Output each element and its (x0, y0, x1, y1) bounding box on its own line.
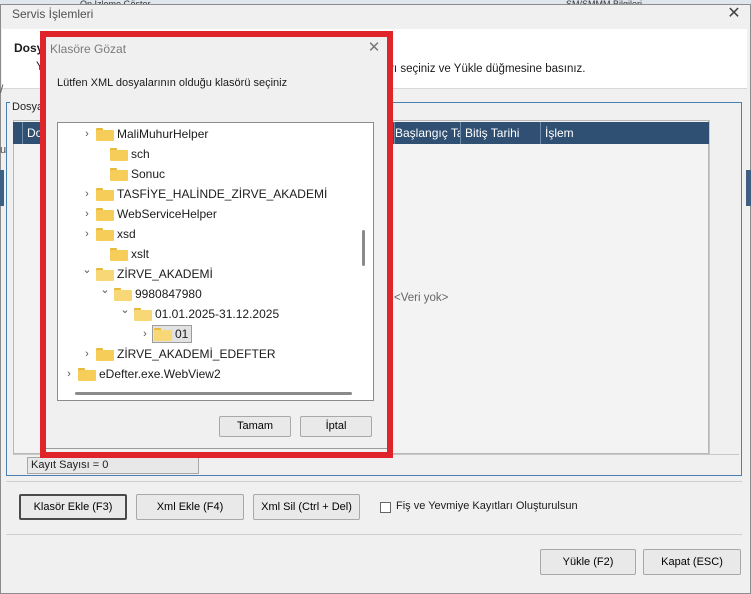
info-prefix: Y (36, 61, 44, 73)
grid-column-operation[interactable]: İşlem (540, 122, 709, 144)
folder-icon (110, 148, 128, 161)
tree-item-label: 9980847980 (135, 287, 202, 301)
info-title: Dosy (14, 41, 44, 55)
tree-item-label: xslt (131, 247, 149, 261)
browse-close-icon[interactable]: ✕ (364, 38, 384, 58)
tree-item[interactable]: sch (58, 144, 373, 164)
grid-column-end-date[interactable]: Bitiş Tarihi (460, 122, 540, 144)
service-dialog-title: Servis İşlemleri (12, 7, 94, 21)
cancel-button[interactable]: İptal (300, 416, 372, 437)
left-fragment: / (0, 82, 4, 96)
folder-icon (154, 328, 172, 341)
tree-item[interactable]: › TASFİYE_HALİNDE_ZİRVE_AKADEMİ (58, 184, 373, 204)
folder-icon (134, 308, 152, 321)
close-icon[interactable]: ✕ (724, 4, 744, 24)
chevron-down-icon[interactable]: ⌄ (99, 280, 111, 300)
grid-empty-text: <Veri yok> (394, 292, 449, 304)
delete-xml-button[interactable]: Xml Sil (Ctrl + Del) (253, 494, 360, 520)
folder-icon (96, 208, 114, 221)
folder-icon (96, 188, 114, 201)
close-button[interactable]: Kapat (ESC) (643, 549, 741, 575)
folder-icon (96, 128, 114, 141)
tree-item-label: Sonuc (131, 167, 166, 181)
create-entries-label[interactable]: Fiş ve Yevmiye Kayıtları Oluşturulsun (396, 500, 578, 512)
info-instruction: yaları seçiniz ve Yükle düğmesine basını… (369, 63, 586, 75)
tree-item[interactable]: › WebServiceHelper (58, 204, 373, 224)
add-folder-button[interactable]: Klasör Ekle (F3) (19, 494, 127, 520)
status-divider (13, 454, 739, 455)
tree-item-label: MaliMuhurHelper (117, 127, 209, 141)
chevron-right-icon[interactable]: › (81, 124, 93, 144)
tree-item-label: sch (131, 147, 150, 161)
tree-item[interactable]: ⌄ 9980847980 (58, 284, 373, 304)
tree-item-label: WebServiceHelper (117, 207, 217, 221)
chevron-right-icon[interactable]: › (81, 204, 93, 224)
tree-item[interactable]: › eDefter.exe.WebView2 (58, 364, 373, 384)
ok-button[interactable]: Tamam (219, 416, 291, 437)
grid-right-pane (709, 120, 739, 454)
folder-icon (110, 168, 128, 181)
upload-button[interactable]: Yükle (F2) (540, 549, 636, 575)
chevron-right-icon[interactable]: › (63, 364, 75, 384)
tree-item[interactable]: › 01 (58, 324, 373, 344)
tree-horizontal-scrollbar[interactable] (75, 392, 352, 395)
folder-icon (78, 368, 96, 381)
add-xml-button[interactable]: Xml Ekle (F4) (136, 494, 244, 520)
browse-message: Lütfen XML dosyalarının olduğu klasörü s… (57, 77, 288, 89)
tree-item-label: TASFİYE_HALİNDE_ZİRVE_AKADEMİ (117, 187, 328, 201)
tree-item[interactable]: xslt (58, 244, 373, 264)
tree-item-label: ZİRVE_AKADEMİ (117, 267, 213, 281)
chevron-right-icon[interactable]: › (139, 324, 151, 344)
folder-icon (110, 248, 128, 261)
folder-icon (96, 348, 114, 361)
tree-item-label: 01.01.2025-31.12.2025 (155, 307, 280, 321)
grid-column-start-date[interactable]: Başlangıç Tarihi (394, 122, 460, 144)
chevron-down-icon[interactable]: ⌄ (119, 300, 131, 320)
tree-item[interactable]: › xsd (58, 224, 373, 244)
tree-item-label: ZİRVE_AKADEMİ_EDEFTER (117, 347, 276, 361)
tree-item[interactable]: › MaliMuhurHelper (58, 124, 373, 144)
browse-dialog-title: Klasöre Gözat (50, 42, 127, 56)
tree-item[interactable]: ⌄ 01.01.2025-31.12.2025 (58, 304, 373, 324)
folder-tree[interactable]: › MaliMuhurHelper sch Sonuc › TASFİYE_HALİNDE… (57, 122, 374, 401)
create-entries-checkbox[interactable] (380, 502, 391, 513)
tree-item[interactable]: Sonuc (58, 164, 373, 184)
files-group-label: Dosya (10, 101, 46, 113)
tree-vertical-scrollbar[interactable] (362, 230, 365, 266)
record-count-status: Kayıt Sayısı = 0 (27, 457, 199, 474)
tree-item-label: 01 (175, 327, 189, 341)
tree-item[interactable]: › ZİRVE_AKADEMİ_EDEFTER (58, 344, 373, 364)
chevron-right-icon[interactable]: › (81, 184, 93, 204)
side-decoration-right (746, 170, 751, 206)
side-decoration-left (0, 170, 4, 206)
chevron-right-icon[interactable]: › (81, 224, 93, 244)
folder-icon (96, 228, 114, 241)
chevron-right-icon[interactable]: › (81, 344, 93, 364)
chevron-down-icon[interactable]: ⌄ (81, 260, 93, 280)
tree-item-label: eDefter.exe.WebView2 (99, 367, 221, 381)
grid-left-fragment: u (0, 144, 7, 156)
tree-item-label: xsd (117, 227, 136, 241)
